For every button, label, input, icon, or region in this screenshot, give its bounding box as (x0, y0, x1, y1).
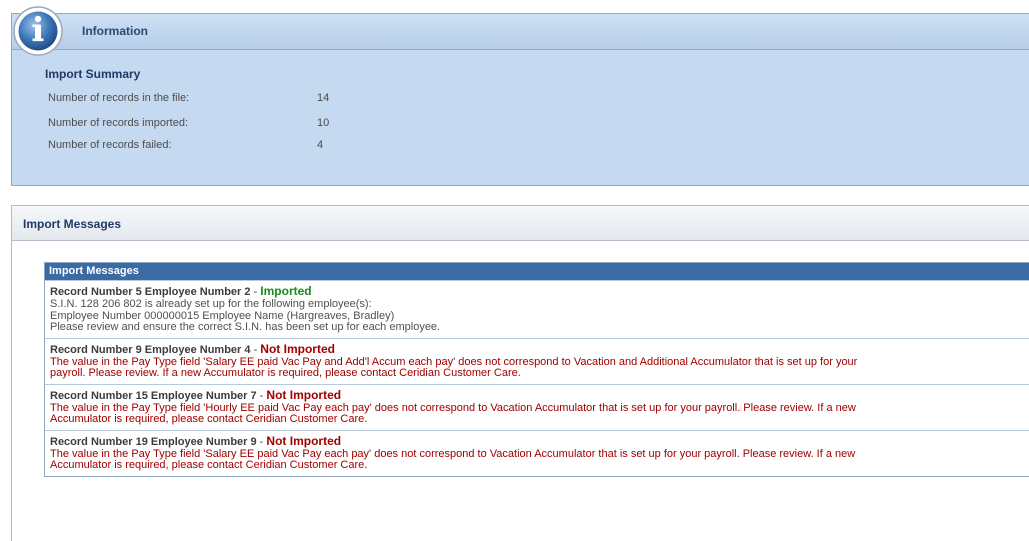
message-line: payroll. Please review. If a new Accumul… (50, 367, 521, 379)
record-heading: Record Number 19 Employee Number 9 (50, 435, 257, 448)
heading-separator: - (250, 286, 261, 298)
heading-separator: - (250, 343, 261, 356)
message-row-heading: Record Number 19 Employee Number 9 - Not… (50, 433, 1029, 449)
records-in-file-value: 14 (317, 92, 330, 104)
message-row-heading: Record Number 15 Employee Number 7 - Not… (50, 387, 1029, 403)
records-imported-value: 10 (317, 117, 330, 129)
status-not-imported: Not Imported (266, 387, 342, 402)
import-messages-title: Import Messages (23, 217, 122, 231)
message-line: Accumulator is required, please contact … (50, 459, 368, 471)
records-failed-value: 4 (317, 139, 324, 151)
message-line: Accumulator is required, please contact … (50, 413, 368, 425)
message-row-heading: Record Number 9 Employee Number 4 - Not … (50, 341, 1029, 357)
message-row-body: S.I.N. 128 206 802 is already set up for… (50, 298, 1029, 334)
import-messages-header: Import Messages (12, 206, 1029, 241)
records-in-file-label: Number of records in the file: (48, 92, 190, 104)
message-row: Record Number 5 Employee Number 2 - Impo… (45, 280, 1029, 338)
record-heading: Record Number 5 Employee Number 2 (50, 286, 251, 298)
heading-separator: - (256, 389, 267, 402)
information-panel: Information Import Summary Number of rec… (11, 13, 1029, 186)
record-heading: Record Number 15 Employee Number 7 (50, 389, 257, 402)
information-header: Information (12, 14, 1029, 50)
records-imported-label: Number of records imported: (48, 117, 188, 129)
heading-separator: - (256, 435, 267, 448)
message-row: Record Number 19 Employee Number 9 - Not… (45, 429, 1029, 476)
import-messages-table-header: Import Messages (45, 263, 1029, 280)
import-messages-table: Import Messages Record Number 5 Employee… (44, 262, 1029, 477)
status-imported: Imported (260, 284, 312, 298)
records-failed-label: Number of records failed: (48, 139, 172, 151)
message-row-body: The value in the Pay Type field 'Salary … (50, 356, 1029, 380)
status-not-imported: Not Imported (260, 341, 335, 356)
message-row-body: The value in the Pay Type field 'Hourly … (50, 402, 1029, 426)
import-summary-title: Import Summary (45, 67, 141, 81)
information-title: Information (82, 24, 148, 38)
message-line: Please review and ensure the correct S.I… (50, 321, 441, 333)
message-line: S.I.N. 128 206 802 is already set up for… (50, 298, 372, 310)
record-heading: Record Number 9 Employee Number 4 (50, 343, 251, 356)
info-circle-icon (13, 6, 63, 56)
message-row-body: The value in the Pay Type field 'Salary … (50, 448, 1029, 472)
message-row: Record Number 9 Employee Number 4 - Not … (45, 337, 1029, 384)
message-row-heading: Record Number 5 Employee Number 2 - Impo… (50, 285, 1029, 299)
message-row: Record Number 15 Employee Number 7 - Not… (45, 383, 1029, 430)
status-not-imported: Not Imported (266, 433, 342, 448)
